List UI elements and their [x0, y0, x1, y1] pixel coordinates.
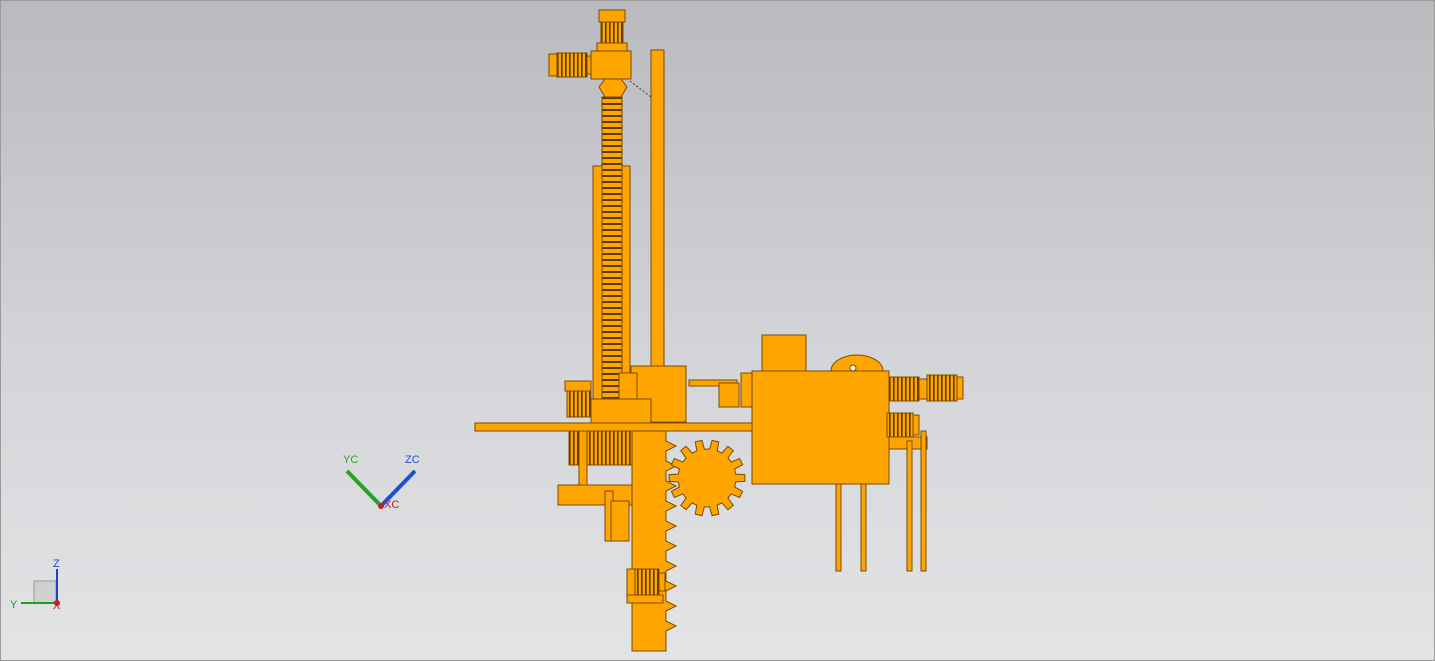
vertical-rack [631, 430, 678, 652]
gear-mechanism-model [474, 9, 964, 652]
view-y-label: Y [10, 599, 18, 611]
pinion-gear [668, 439, 746, 517]
left-motor [564, 380, 592, 418]
right-motor-lower [886, 412, 920, 438]
top-gearbox [590, 50, 632, 80]
bottom-motor [626, 568, 666, 604]
wcs-triad-icon: YC ZC XC [343, 454, 420, 511]
housing-hole [849, 364, 857, 372]
top-motor [596, 9, 628, 52]
horizontal-beam [474, 422, 756, 432]
model-canvas[interactable]: YC ZC XC Z Y X [1, 1, 1435, 661]
leg-2 [860, 483, 867, 572]
guide-sleeve-left [592, 165, 603, 422]
wcs-z-label: ZC [405, 454, 420, 466]
top-small-box [761, 334, 807, 372]
wcs-y-label: YC [343, 454, 358, 466]
pinion-gear-body [668, 439, 746, 517]
leg-1 [835, 483, 842, 572]
housing-dome [830, 354, 884, 372]
view-triad-icon: Z Y X [10, 558, 61, 612]
right-motor-upper [888, 374, 964, 402]
drum-post [578, 430, 588, 492]
view-z-label: Z [53, 558, 60, 570]
main-housing [751, 370, 890, 485]
view-x-label: X [53, 600, 61, 612]
small-block [740, 372, 754, 408]
cad-graphics-window[interactable]: YC ZC XC Z Y X [0, 0, 1435, 661]
leg-3 [906, 440, 913, 572]
side-motor-top [548, 52, 594, 78]
wcs-x-label: XC [384, 499, 399, 511]
mount-plate [590, 398, 652, 424]
lower-slide [610, 500, 630, 542]
leg-4 [920, 430, 927, 572]
hex-nut [598, 78, 628, 98]
linkage [629, 80, 652, 98]
pin-block [718, 382, 740, 408]
